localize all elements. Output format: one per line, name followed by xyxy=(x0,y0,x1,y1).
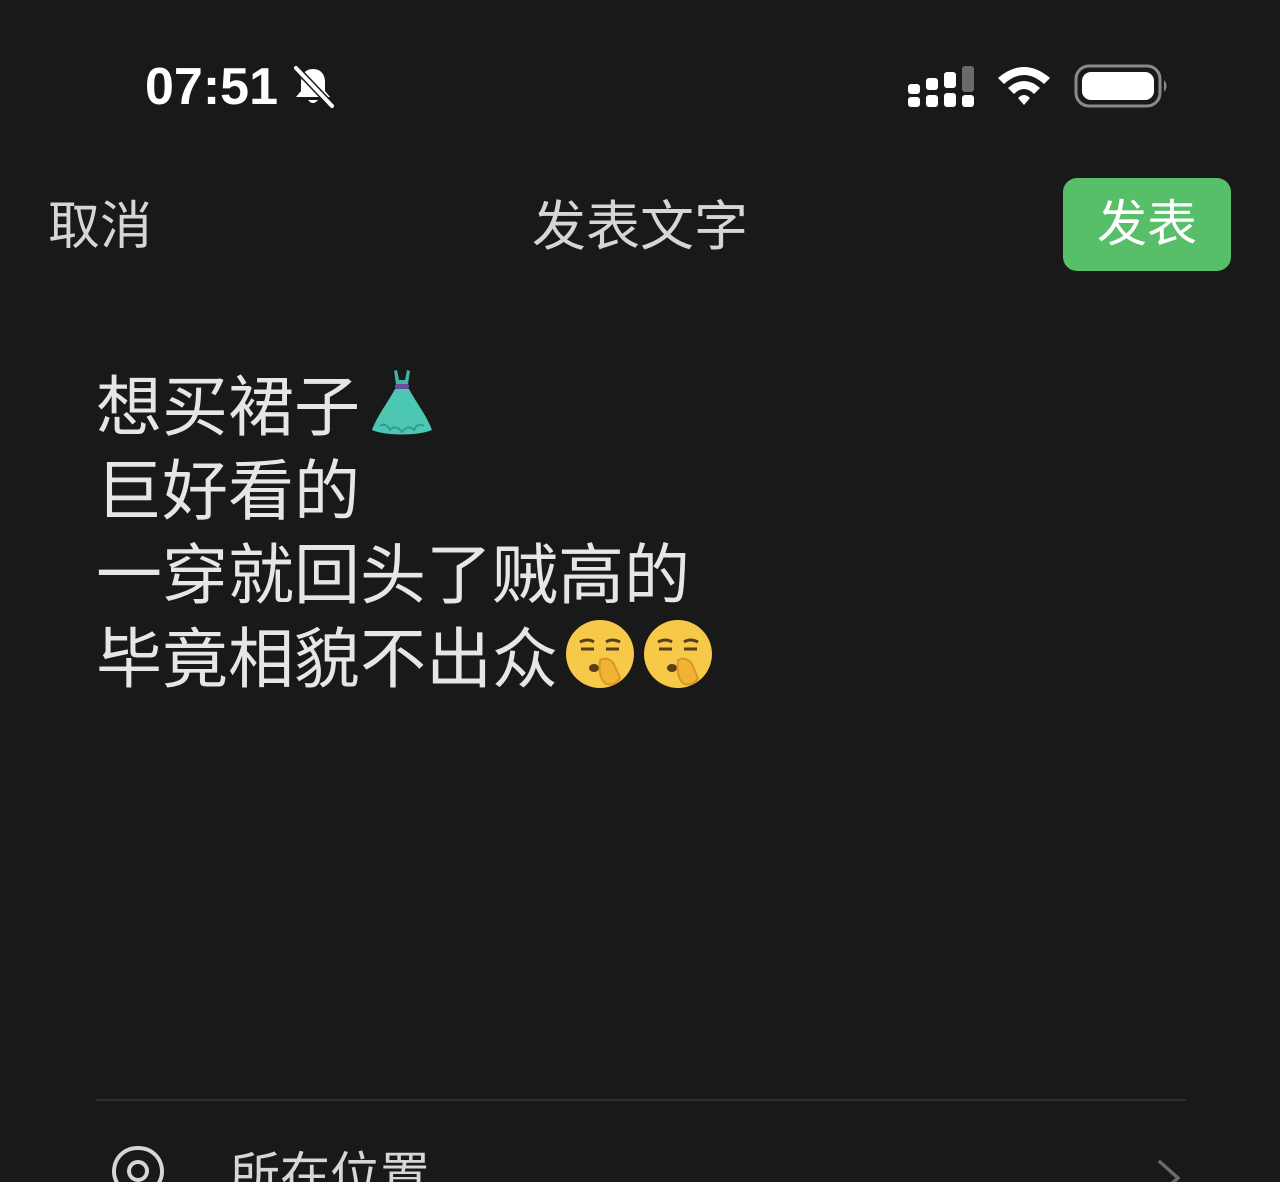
location-pin-icon xyxy=(111,1145,165,1182)
compose-text-post-screen: 07:51 取消 发表文字 发表 想买裙子 巨好看的 一穿就回头了贼高的 毕竟相… xyxy=(0,0,1280,1182)
post-button[interactable]: 发表 xyxy=(1063,178,1231,271)
shushing-face-emoji-icon xyxy=(566,620,634,688)
text-line: 巨好看的 xyxy=(96,450,1096,534)
post-text-area[interactable]: 想买裙子 巨好看的 一穿就回头了贼高的 毕竟相貌不出众 xyxy=(96,366,1096,702)
text-line: 毕竟相貌不出众 xyxy=(96,618,1096,702)
location-row[interactable]: 所在位置 xyxy=(230,1146,430,1182)
text-line: 一穿就回头了贼高的 xyxy=(96,534,1096,618)
text-line-content: 毕竟相貌不出众 xyxy=(96,621,558,698)
battery-icon xyxy=(1074,64,1167,108)
text-line-content: 一穿就回头了贼高的 xyxy=(96,537,690,614)
status-time: 07:51 xyxy=(145,58,278,116)
shushing-face-emoji-icon xyxy=(644,620,712,688)
dress-emoji-icon xyxy=(372,370,432,435)
wifi-icon xyxy=(998,67,1050,105)
cellular-signal-icon xyxy=(908,66,974,107)
text-line-content: 巨好看的 xyxy=(96,453,360,530)
text-line: 想买裙子 xyxy=(96,366,1096,450)
bell-slash-icon xyxy=(293,65,335,109)
text-line-content: 想买裙子 xyxy=(96,369,360,446)
chevron-right-icon xyxy=(1158,1160,1181,1182)
divider xyxy=(96,1099,1186,1101)
